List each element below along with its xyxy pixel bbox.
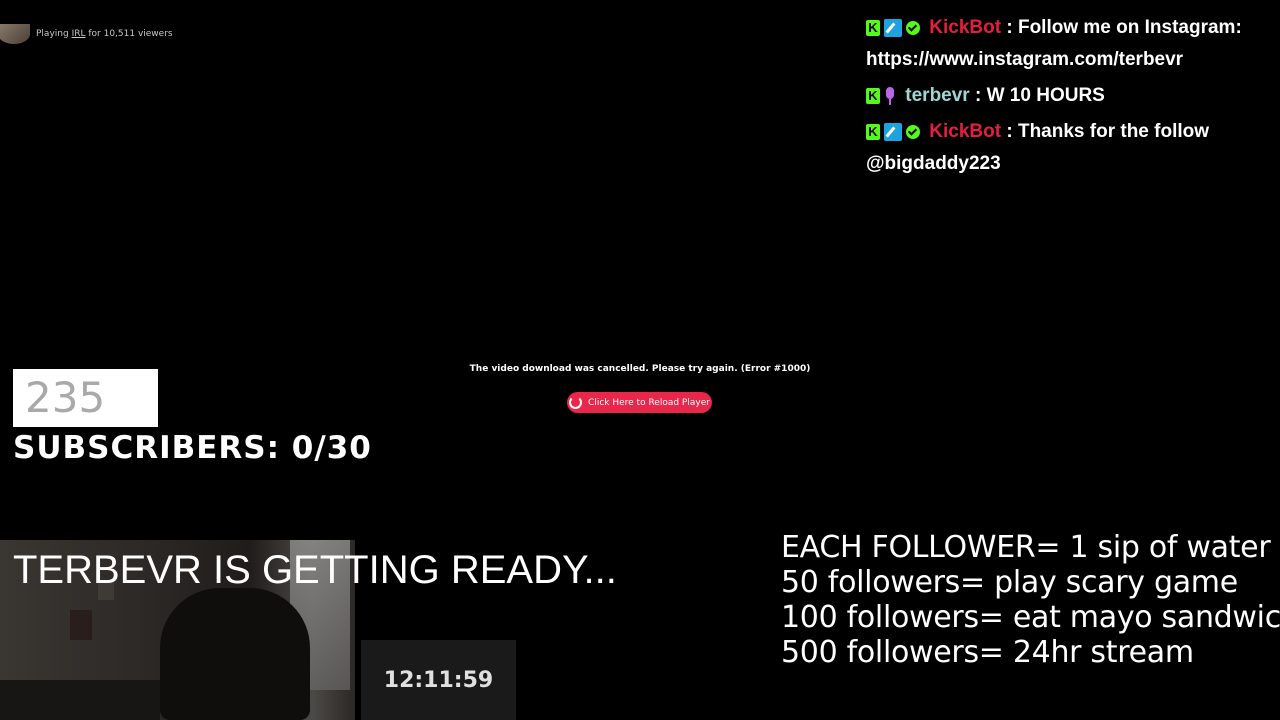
chat-separator: : <box>1001 121 1018 142</box>
kick-icon: K <box>866 87 880 104</box>
chat-separator: : <box>969 85 987 106</box>
counter-box: 235 <box>13 369 158 427</box>
subscribers-goal: SUBSCRIBERS: 0/30 <box>13 430 372 466</box>
webcam-poster <box>70 610 92 640</box>
verified-icon <box>906 124 920 139</box>
webcam-chair <box>160 588 310 720</box>
moderator-icon <box>884 18 902 37</box>
goal-line: 500 followers= 24hr stream <box>781 635 1194 670</box>
chat-message: K KickBot : Thanks for the follow @bigda… <box>866 116 1276 180</box>
kick-icon: K <box>866 123 880 140</box>
kick-icon: K <box>866 19 880 36</box>
follower-goals: EACH FOLLOWER= 1 sip of water 50 followe… <box>781 530 1280 670</box>
chat-username[interactable]: KickBot <box>929 121 1001 142</box>
timer-box: 12:11:59 <box>361 640 516 720</box>
verified-icon <box>906 20 920 35</box>
stream-status: Playing IRL for 10,511 viewers <box>36 29 173 39</box>
chat-text: W 10 HOURS <box>986 85 1105 106</box>
chat-username[interactable]: KickBot <box>929 17 1001 38</box>
goal-line: 100 followers= eat mayo sandwich <box>781 600 1280 635</box>
reload-player-label: Click Here to Reload Player <box>588 397 710 408</box>
reload-icon <box>569 396 583 409</box>
viewer-count: for 10,511 viewers <box>88 29 173 39</box>
timer-clock: 12:11:59 <box>383 667 494 693</box>
microphone-icon <box>884 86 896 105</box>
chat-overlay: K KickBot : Follow me on Instagram: http… <box>866 12 1276 184</box>
stream-status-prefix: Playing <box>36 29 69 39</box>
chat-message: K terbevr : W 10 HOURS <box>866 80 1276 112</box>
stream-info: Playing IRL for 10,511 viewers <box>0 24 173 44</box>
goal-line: EACH FOLLOWER= 1 sip of water <box>781 530 1271 565</box>
getting-ready-text: TERBEVR IS GETTING READY... <box>13 548 617 592</box>
chat-text: Follow me on Instagram: https://www.inst… <box>866 17 1242 70</box>
player-error-message: The video download was cancelled. Please… <box>469 364 811 374</box>
chat-username[interactable]: terbevr <box>905 85 969 106</box>
webcam-bed <box>0 680 160 720</box>
counter-value: 235 <box>25 373 106 422</box>
goal-line: 50 followers= play scary game <box>781 565 1238 600</box>
chat-message: K KickBot : Follow me on Instagram: http… <box>866 12 1276 76</box>
category-link[interactable]: IRL <box>72 29 86 39</box>
moderator-icon <box>884 122 902 141</box>
streamer-avatar[interactable] <box>0 24 30 44</box>
chat-separator: : <box>1001 17 1018 38</box>
reload-player-button[interactable]: Click Here to Reload Player <box>567 392 712 413</box>
